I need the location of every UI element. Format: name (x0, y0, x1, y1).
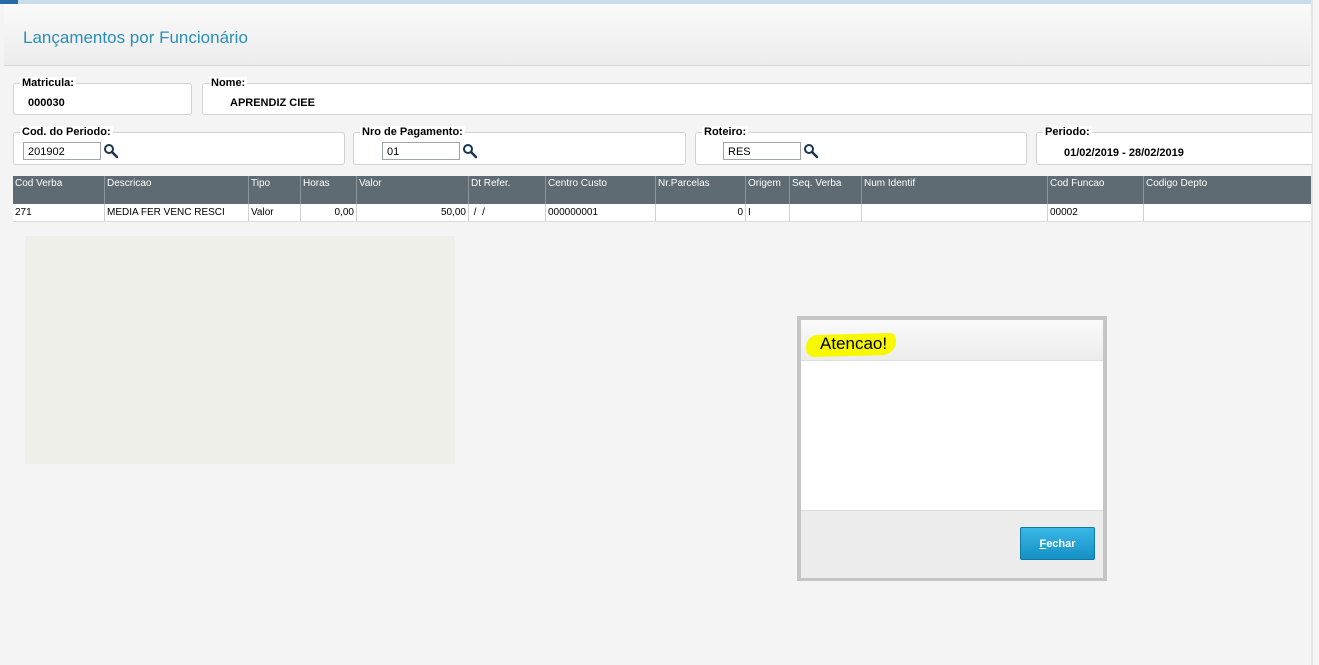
cod-periodo-label: Cod. do Periodo: (20, 126, 113, 138)
cell-horas: 0,00 (301, 204, 357, 221)
cell-centro-custo: 000000001 (546, 204, 656, 221)
col-cod-funcao[interactable]: Cod Funcao (1048, 176, 1144, 204)
nome-label: Nome: (209, 77, 248, 89)
roteiro-label: Roteiro: (702, 126, 749, 138)
grid-header: Cod Verba Descricao Tipo Horas Valor Dt … (13, 176, 1311, 204)
cod-periodo-search-icon[interactable] (103, 143, 119, 159)
nro-pagamento-search-icon[interactable] (462, 143, 478, 159)
cell-descricao: MEDIA FER VENC RESCI (105, 204, 249, 221)
cell-cod-funcao: 00002 (1048, 204, 1144, 221)
cell-nr-parcelas: 0 (656, 204, 746, 221)
periodo-value: 01/02/2019 - 28/02/2019 (1064, 147, 1184, 159)
roteiro-search-icon[interactable] (803, 143, 819, 159)
col-num-identif[interactable]: Num Identif (862, 176, 1048, 204)
dialog-title: Atencao! (820, 334, 888, 353)
cell-dt-refer: / / (469, 204, 546, 221)
alert-dialog: Atencao! Fechar (797, 316, 1107, 581)
page-header: Lançamentos por Funcionário (4, 4, 1310, 66)
col-dt-refer[interactable]: Dt Refer. (469, 176, 546, 204)
cell-seq-verba (790, 204, 862, 221)
col-origem[interactable]: Origem (746, 176, 790, 204)
blank-area (25, 236, 455, 464)
cell-num-identif (862, 204, 1048, 221)
col-horas[interactable]: Horas (301, 176, 357, 204)
col-nr-parcelas[interactable]: Nr.Parcelas (656, 176, 746, 204)
cell-origem: I (746, 204, 790, 221)
matricula-label: Matricula: (20, 77, 76, 89)
dialog-header: Atencao! (801, 320, 1103, 361)
dialog-content: Atencao! Fechar (801, 320, 1103, 578)
fechar-button[interactable]: Fechar (1020, 527, 1095, 560)
col-codigo-depto[interactable]: Codigo Depto (1144, 176, 1311, 204)
col-valor[interactable]: Valor (357, 176, 469, 204)
cell-valor: 50,00 (357, 204, 469, 221)
cell-codigo-depto (1144, 204, 1311, 221)
page-title: Lançamentos por Funcionário (23, 28, 248, 47)
cell-tipo: Valor (249, 204, 301, 221)
nome-panel (202, 83, 1312, 115)
nome-value: APRENDIZ CIEE (230, 97, 315, 109)
matricula-value: 000030 (28, 97, 65, 109)
dialog-body (801, 361, 1103, 510)
cell-cod-verba: 271 (13, 204, 105, 221)
dialog-footer: Fechar (801, 510, 1103, 578)
cod-periodo-input[interactable]: 201902 (23, 142, 101, 160)
col-cod-verba[interactable]: Cod Verba (13, 176, 105, 204)
nro-pagamento-input[interactable]: 01 (382, 142, 460, 160)
col-descricao[interactable]: Descricao (105, 176, 249, 204)
col-tipo[interactable]: Tipo (249, 176, 301, 204)
col-seq-verba[interactable]: Seq. Verba (790, 176, 862, 204)
roteiro-input[interactable]: RES (723, 142, 801, 160)
fechar-label: echar (1046, 538, 1076, 550)
periodo-label: Periodo: (1043, 126, 1092, 138)
col-centro-custo[interactable]: Centro Custo (546, 176, 656, 204)
table-row[interactable]: 271 MEDIA FER VENC RESCI Valor 0,00 50,0… (13, 204, 1311, 222)
nro-pagamento-label: Nro de Pagamento: (360, 126, 465, 138)
lancamentos-grid: Cod Verba Descricao Tipo Horas Valor Dt … (13, 176, 1311, 222)
